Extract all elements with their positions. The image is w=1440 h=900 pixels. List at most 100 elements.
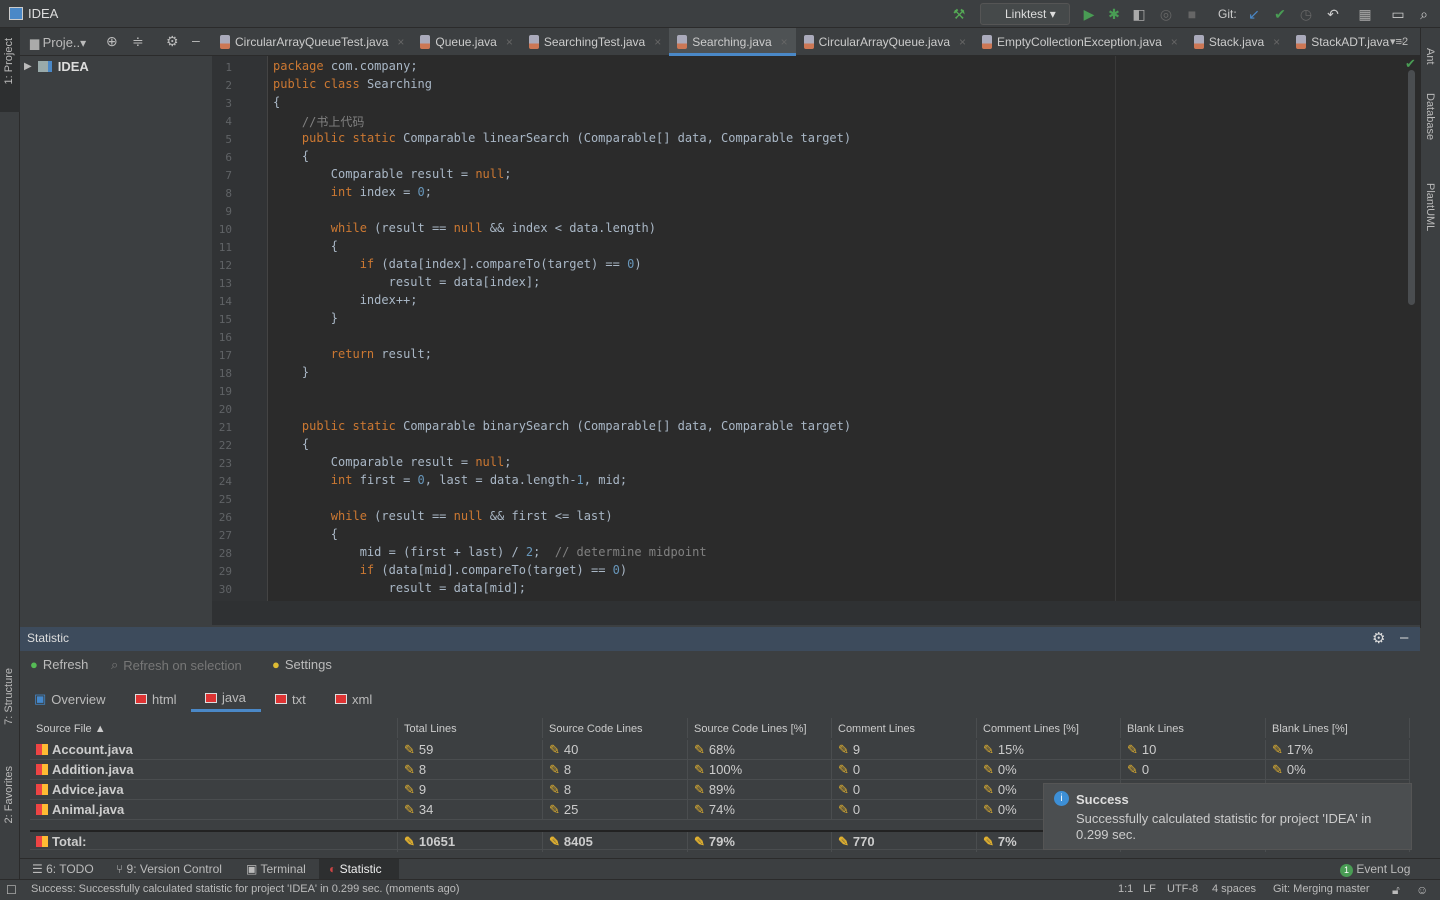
editor-scrollbar[interactable] <box>1408 70 1415 305</box>
table-header: Source File ▲ Total Lines Source Code Line… <box>30 718 1410 738</box>
inspector-icon[interactable]: ☺ <box>1416 883 1428 897</box>
close-icon[interactable]: × <box>654 35 661 56</box>
line-separator[interactable]: LF <box>1143 883 1156 895</box>
event-log-button[interactable]: 1 Event Log <box>1340 862 1410 877</box>
indent-setting[interactable]: 4 spaces <box>1212 883 1256 895</box>
event-count-badge: 1 <box>1340 864 1353 877</box>
profile-icon[interactable]: ◎ <box>1157 5 1175 23</box>
stop-icon[interactable]: ■ <box>1183 5 1201 23</box>
collapse-all-icon[interactable]: ≑ <box>132 33 144 50</box>
refresh-label: Refresh <box>42 657 89 672</box>
tab-emptycollectionexception-java[interactable]: EmptyCollectionException.java × <box>974 28 1186 56</box>
status-message[interactable]: Success: Successfully calculated statist… <box>31 883 460 895</box>
column-header[interactable]: Total Lines <box>398 718 543 738</box>
locate-icon[interactable]: ⊕ <box>106 33 118 50</box>
line-number: 11 <box>218 241 232 254</box>
run-configuration-select[interactable]: Linktest ▾ <box>980 3 1070 25</box>
structure-tool-button[interactable]: 7: Structure <box>3 668 15 725</box>
statistic-tool-button[interactable]: ◐ Statistic <box>319 859 399 879</box>
notification-balloon[interactable]: i Success Successfully calculated statis… <box>1043 783 1412 850</box>
search-icon[interactable]: ⌕ <box>1415 5 1433 23</box>
column-header[interactable]: Blank Lines [%] <box>1266 718 1410 738</box>
column-header[interactable]: Source File ▲ <box>30 718 398 738</box>
tab-queue-java[interactable]: Queue.java × <box>412 28 520 56</box>
debug-icon[interactable]: ✱ <box>1105 5 1123 23</box>
tab-label: Searching.java <box>692 35 772 49</box>
ant-tool-button[interactable]: Ant <box>1424 48 1436 65</box>
plantuml-tool-button[interactable]: PlantUML <box>1424 183 1436 231</box>
column-header[interactable]: Source Code Lines [%] <box>688 718 832 738</box>
cell-text: 8 <box>563 762 572 777</box>
table-row[interactable]: Addition.java ✎ 8 ✎ 8 ✎ 100% ✎ 0 ✎ 0% ✎ 0 ✎ 0% <box>30 760 1410 780</box>
project-view-select[interactable]: Proje.. <box>43 35 81 50</box>
java-class-icon <box>36 804 48 815</box>
tab-circulararrayqueuetest-java[interactable]: CircularArrayQueueTest.java × <box>212 28 412 56</box>
tab-searching-java[interactable]: Searching.java × <box>669 28 796 56</box>
tab-java[interactable]: java <box>191 686 261 712</box>
toggle-tool-windows-icon[interactable]: ☐ <box>6 883 17 897</box>
minimize-icon[interactable]: – <box>1400 629 1408 646</box>
column-header[interactable]: Source Code Lines <box>543 718 688 738</box>
close-icon[interactable]: × <box>781 35 788 53</box>
project-tool-button[interactable]: 1: Project <box>3 38 15 84</box>
tab-html[interactable]: html <box>135 686 177 712</box>
git-update-icon[interactable]: ↙ <box>1245 5 1263 23</box>
git-commit-icon[interactable]: ✔ <box>1271 5 1289 23</box>
gear-icon[interactable]: ⚙ <box>166 33 179 50</box>
app-icon <box>9 7 23 20</box>
line-number: 5 <box>225 133 232 146</box>
lock-icon[interactable]: 🔓︎ <box>1392 883 1400 898</box>
close-icon[interactable]: × <box>959 35 966 56</box>
table-cell: Animal.java <box>30 800 398 820</box>
column-header[interactable]: Blank Lines <box>1121 718 1266 738</box>
column-header[interactable]: Comment Lines [%] <box>977 718 1121 738</box>
revert-icon[interactable]: ↶ <box>1324 5 1342 23</box>
settings-button[interactable]: ● Settings <box>272 657 332 672</box>
chevron-down-icon[interactable]: ▾ <box>80 36 86 50</box>
project-structure-icon[interactable]: ▦ <box>1356 5 1374 23</box>
pencil-icon: ✎ <box>983 834 994 849</box>
terminal-window-icon[interactable]: ▭ <box>1389 5 1407 23</box>
table-row[interactable]: Account.java ✎ 59 ✎ 40 ✎ 68% ✎ 9 ✎ 15% ✎ 10 ✎ 17% <box>30 740 1410 760</box>
refresh-on-selection-button[interactable]: ⌕ Refresh on selection <box>111 657 242 673</box>
tab-xml[interactable]: xml <box>335 686 372 712</box>
close-icon[interactable]: × <box>506 35 513 56</box>
coverage-icon[interactable]: ◧ <box>1130 5 1148 23</box>
tab-searchingtest-java[interactable]: SearchingTest.java × <box>521 28 669 56</box>
project-tree: ▶ IDEA <box>20 56 212 626</box>
refresh-button[interactable]: ● Refresh <box>30 657 88 672</box>
close-icon[interactable]: × <box>1273 35 1280 56</box>
git-branch[interactable]: Git: Merging master <box>1273 883 1370 895</box>
file-encoding[interactable]: UTF-8 <box>1167 883 1198 895</box>
database-tool-button[interactable]: Database <box>1424 93 1436 140</box>
table-cell: ✎ 34 <box>398 800 543 820</box>
todo-tool-button[interactable]: ☰ 6: TODO <box>32 862 94 876</box>
close-icon[interactable]: × <box>1171 35 1178 56</box>
column-header[interactable]: Comment Lines <box>832 718 977 738</box>
line-number: 14 <box>218 295 232 308</box>
gear-icon[interactable]: ⚙ <box>1372 629 1385 647</box>
tab-txt[interactable]: txt <box>275 686 306 712</box>
history-icon[interactable]: ◷ <box>1297 5 1315 23</box>
code-line: { <box>273 437 310 451</box>
cell-text: Account.java <box>52 742 133 757</box>
minimize-icon[interactable]: – <box>192 32 200 48</box>
run-icon[interactable]: ▶ <box>1080 5 1098 23</box>
table-cell: ✎ 8405 <box>543 832 688 852</box>
tab-overview[interactable]: ▣ Overview <box>34 686 105 712</box>
caret-position[interactable]: 1:1 <box>1118 883 1133 895</box>
tree-node-idea[interactable]: ▶ IDEA <box>24 59 89 74</box>
build-hammer-icon[interactable]: ⚒ <box>950 5 968 23</box>
tabs-overflow-button[interactable]: ▾≡2 <box>1390 35 1408 48</box>
editor-tabs: CircularArrayQueueTest.java × Queue.java × S… <box>212 28 1420 56</box>
table-cell: ✎ 0 <box>832 760 977 780</box>
tab-stack-java[interactable]: Stack.java × <box>1186 28 1288 56</box>
cell-text: Total: <box>52 834 87 849</box>
expand-arrow-icon[interactable]: ▶ <box>24 61 32 72</box>
favorites-tool-button[interactable]: 2: Favorites <box>3 766 15 823</box>
code-editor[interactable]: package com.company; public class Searchi… <box>268 56 1420 601</box>
close-icon[interactable]: × <box>397 35 404 56</box>
terminal-tool-button[interactable]: ▣ Terminal <box>246 862 306 876</box>
tab-circulararrayqueue-java[interactable]: CircularArrayQueue.java × <box>796 28 974 56</box>
version-control-tool-button[interactable]: ⑂ 9: Version Control <box>116 862 222 876</box>
